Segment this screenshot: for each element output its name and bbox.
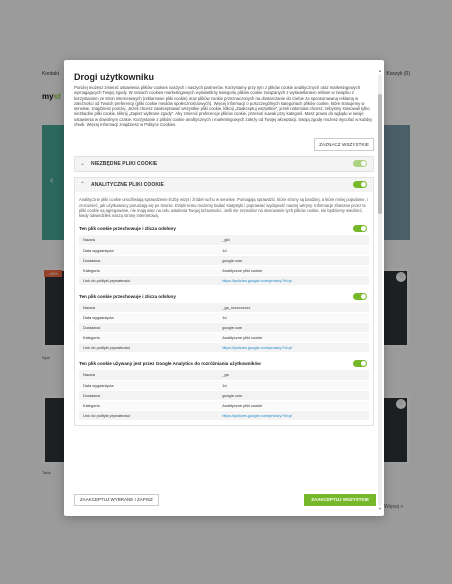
select-all-button[interactable]: ZAZNACZ WSZYSTKIE (314, 138, 374, 152)
table-value: _gid (218, 235, 369, 246)
toggle-knob (361, 182, 366, 188)
table-key: Link do polityki prywatności (79, 275, 219, 286)
accordion-title: NIEZBĘDNE PLIKI COOKIE (91, 161, 158, 168)
accordion-header-analytics[interactable]: ⌃ ANALITYCZNE PLIKI COOKIE (75, 178, 373, 193)
toggle-knob (361, 293, 366, 299)
table-row: Data wygaśnięcia 1d (79, 380, 369, 391)
table-row: Kategoria Analityczne pliki cookie (79, 400, 369, 411)
accordion-necessary-cookies: ⌄ NIEZBĘDNE PLIKI COOKIE (74, 156, 374, 173)
table-key: Kategoria (79, 265, 219, 276)
table-row: Link do polityki prywatności https://poli… (79, 275, 369, 286)
table-value: Analityczne pliki cookie (218, 332, 369, 344)
table-key: Dostawca (79, 390, 219, 401)
table-value: 1d (218, 245, 369, 256)
table-row: Dostawca google.com (79, 255, 369, 266)
table-value: Analityczne pliki cookie (218, 265, 369, 276)
cookie-details-table: Nazwa _ga Data wygaśnięcia 1d Dostawca goog… (79, 370, 369, 421)
modal-footer: ZAAKCEPTUJ WYBRANE I ZAPISZ ZAAKCEPTUJ W… (74, 494, 378, 508)
table-row: Nazwa _ga_xxxxxxxxxx (79, 302, 369, 314)
scroll-up-icon[interactable]: ▲ (377, 68, 383, 74)
table-key: Data wygaśnięcia (79, 380, 219, 391)
analytics-description: Analityczne pliki cookie umożliwiają spr… (79, 197, 368, 218)
modal-intro-text: Poniżej możesz zmienić ustawienia plików… (74, 85, 372, 128)
table-value: _ga_xxxxxxxxxx (218, 302, 369, 314)
toggle-knob (361, 226, 366, 232)
toggle-necessary-cookies (353, 160, 367, 168)
modal-scrollbar[interactable] (378, 74, 382, 506)
toggle-cookie-ga[interactable] (353, 360, 367, 368)
privacy-policy-link[interactable]: https://policies.google.com/privacy?hl=p… (218, 342, 369, 354)
table-key: Kategoria (79, 400, 219, 411)
modal-body: Poniżej możesz zmienić ustawienia plików… (74, 85, 374, 488)
table-key: Nazwa (79, 302, 219, 314)
table-key: Nazwa (79, 370, 219, 381)
table-value: google.com (218, 255, 369, 266)
table-row: Kategoria Analityczne pliki cookie (79, 265, 369, 276)
cookie-block-title: Ten plik cookie używany jest przez Googl… (79, 359, 369, 368)
privacy-policy-link[interactable]: https://policies.google.com/privacy?hl=p… (218, 275, 369, 286)
cookie-consent-modal: Drogi użytkowniku ▲ ▼ Poniżej możesz zmi… (64, 60, 384, 516)
table-row: Data wygaśnięcia 1d (79, 245, 369, 256)
table-value: _ga (218, 370, 369, 381)
table-key: Data wygaśnięcia (79, 312, 219, 324)
cookie-details-table: Nazwa _gid Data wygaśnięcia 1d Dostawca goo… (79, 235, 369, 286)
cookie-block-title: Ten plik cookie przechowuje i zlicza ods… (79, 224, 369, 233)
table-row: Link do polityki prywatności https://poli… (79, 410, 369, 421)
cookie-block-title-text: Ten plik cookie przechowuje i zlicza ods… (79, 226, 176, 232)
cookie-detail-block: Ten plik cookie używany jest przez Googl… (79, 359, 369, 421)
table-row: Dostawca google.com (79, 390, 369, 401)
table-row: Nazwa _gid (79, 235, 369, 246)
cookie-detail-block: Ten plik cookie przechowuje i zlicza ods… (79, 292, 369, 354)
cookie-details-table: Nazwa _ga_xxxxxxxxxx Data wygaśnięcia 1d D… (79, 302, 369, 354)
scrollbar-thumb[interactable] (378, 94, 382, 214)
toggle-knob (361, 361, 366, 367)
modal-title: Drogi użytkowniku (74, 72, 155, 82)
table-row: Dostawca google.com (79, 322, 369, 334)
table-value: google.com (218, 322, 369, 334)
cookie-block-title-text: Ten plik cookie przechowuje i zlicza ods… (79, 293, 176, 299)
table-key: Link do polityki prywatności (79, 410, 219, 421)
chevron-down-icon: ⌄ (80, 161, 86, 168)
cookie-detail-block: Ten plik cookie przechowuje i zlicza ods… (79, 224, 369, 286)
accordion-title: ANALITYCZNE PLIKI COOKIE (91, 182, 164, 189)
toggle-analytics-cookies[interactable] (353, 181, 367, 189)
accordion-analytics-cookies: ⌃ ANALITYCZNE PLIKI COOKIE Analityczne p… (74, 177, 374, 426)
accept-all-button[interactable]: ZAAKCEPTUJ WSZYSTKIE (304, 494, 376, 506)
table-key: Dostawca (79, 322, 219, 334)
toggle-knob (361, 161, 366, 167)
table-key: Data wygaśnięcia (79, 245, 219, 256)
table-value: 1d (218, 380, 369, 391)
cookie-block-title-text: Ten plik cookie używany jest przez Googl… (79, 361, 261, 367)
cookie-block-title: Ten plik cookie przechowuje i zlicza ods… (79, 292, 369, 301)
table-key: Kategoria (79, 332, 219, 344)
table-value: Analityczne pliki cookie (218, 400, 369, 411)
toggle-cookie-ga-x[interactable] (353, 292, 367, 300)
table-row: Kategoria Analityczne pliki cookie (79, 332, 369, 344)
accordion-content-analytics: Analityczne pliki cookie umożliwiają spr… (75, 192, 373, 424)
table-key: Dostawca (79, 255, 219, 266)
table-row: Nazwa _ga (79, 370, 369, 381)
select-all-row: ZAZNACZ WSZYSTKIE (74, 133, 374, 152)
save-selected-button[interactable]: ZAAKCEPTUJ WYBRANE I ZAPISZ (74, 494, 159, 506)
accordion-header-necessary[interactable]: ⌄ NIEZBĘDNE PLIKI COOKIE (75, 157, 373, 172)
table-row: Data wygaśnięcia 1d (79, 312, 369, 324)
table-key: Link do polityki prywatności (79, 342, 219, 354)
table-value: google.com (218, 390, 369, 401)
table-key: Nazwa (79, 235, 219, 246)
privacy-policy-link[interactable]: https://policies.google.com/privacy?hl=p… (218, 410, 369, 421)
chevron-up-icon: ⌃ (80, 182, 86, 189)
table-row: Link do polityki prywatności https://poli… (79, 342, 369, 354)
toggle-cookie-gid[interactable] (353, 225, 367, 233)
table-value: 1d (218, 312, 369, 324)
